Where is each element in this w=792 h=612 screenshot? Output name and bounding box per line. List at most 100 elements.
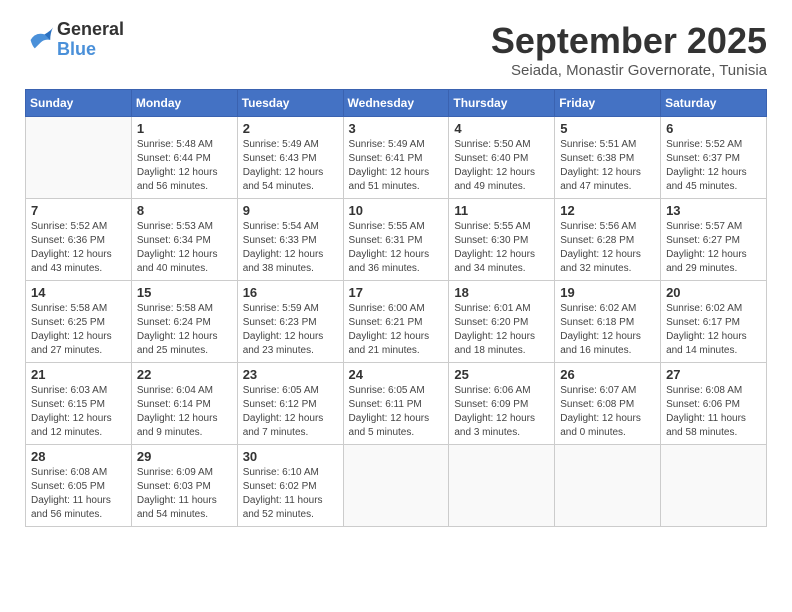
weekday-header-saturday: Saturday [661, 90, 767, 117]
day-info: Sunrise: 6:02 AMSunset: 6:18 PMDaylight:… [560, 302, 655, 358]
day-info: Sunrise: 5:55 AMSunset: 6:30 PMDaylight:… [454, 220, 549, 276]
calendar-cell: 5 Sunrise: 5:51 AMSunset: 6:38 PMDaylight… [555, 117, 661, 199]
day-number: 8 [137, 203, 232, 218]
weekday-header-friday: Friday [555, 90, 661, 117]
day-info: Sunrise: 5:49 AMSunset: 6:41 PMDaylight:… [349, 138, 444, 194]
day-number: 30 [243, 449, 338, 464]
calendar-cell: 12 Sunrise: 5:56 AMSunset: 6:28 PMDayligh… [555, 199, 661, 281]
day-number: 23 [243, 367, 338, 382]
day-info: Sunrise: 5:56 AMSunset: 6:28 PMDaylight:… [560, 220, 655, 276]
day-info: Sunrise: 6:04 AMSunset: 6:14 PMDaylight:… [137, 384, 232, 440]
calendar-cell: 19 Sunrise: 6:02 AMSunset: 6:18 PMDayligh… [555, 281, 661, 363]
logo: General Blue [25, 20, 124, 60]
calendar-cell: 26Sunrise: 6:07 AMSunset: 6:08 PMDayligh… [555, 363, 661, 445]
day-number: 7 [31, 203, 126, 218]
calendar-week-row: 7Sunrise: 5:52 AMSunset: 6:36 PMDaylight… [26, 199, 767, 281]
day-number: 16 [243, 285, 338, 300]
calendar-cell: 17 Sunrise: 6:00 AMSunset: 6:21 PMDayligh… [343, 281, 449, 363]
calendar-cell: 13 Sunrise: 5:57 AMSunset: 6:27 PMDayligh… [661, 199, 767, 281]
day-number: 18 [454, 285, 549, 300]
calendar-cell: 22 Sunrise: 6:04 AMSunset: 6:14 PMDayligh… [131, 363, 237, 445]
calendar-week-row: 28 Sunrise: 6:08 AMSunset: 6:05 PMDayligh… [26, 445, 767, 527]
day-number: 21 [31, 367, 126, 382]
day-info: Sunrise: 6:09 AMSunset: 6:03 PMDaylight:… [137, 466, 232, 522]
day-info: Sunrise: 5:55 AMSunset: 6:31 PMDaylight:… [349, 220, 444, 276]
calendar-cell: 15Sunrise: 5:58 AMSunset: 6:24 PMDayligh… [131, 281, 237, 363]
calendar-cell: 11 Sunrise: 5:55 AMSunset: 6:30 PMDayligh… [449, 199, 555, 281]
day-number: 17 [349, 285, 444, 300]
day-info: Sunrise: 6:08 AMSunset: 6:05 PMDaylight:… [31, 466, 126, 522]
calendar-cell: 24 Sunrise: 6:05 AMSunset: 6:11 PMDayligh… [343, 363, 449, 445]
calendar-cell: 18 Sunrise: 6:01 AMSunset: 6:20 PMDayligh… [449, 281, 555, 363]
location: Seiada, Monastir Governorate, Tunisia [491, 62, 767, 79]
day-number: 28 [31, 449, 126, 464]
logo-text: General Blue [57, 20, 124, 60]
calendar-cell [661, 445, 767, 527]
day-number: 5 [560, 121, 655, 136]
weekday-header-sunday: Sunday [26, 90, 132, 117]
month-title: September 2025 [491, 20, 767, 62]
calendar-cell: 6Sunrise: 5:52 AMSunset: 6:37 PMDaylight… [661, 117, 767, 199]
day-info: Sunrise: 5:54 AMSunset: 6:33 PMDaylight:… [243, 220, 338, 276]
day-number: 10 [349, 203, 444, 218]
day-number: 13 [666, 203, 761, 218]
day-info: Sunrise: 5:51 AMSunset: 6:38 PMDaylight:… [560, 138, 655, 194]
day-info: Sunrise: 5:53 AMSunset: 6:34 PMDaylight:… [137, 220, 232, 276]
day-number: 20 [666, 285, 761, 300]
day-info: Sunrise: 6:05 AMSunset: 6:12 PMDaylight:… [243, 384, 338, 440]
calendar-cell: 21 Sunrise: 6:03 AMSunset: 6:15 PMDayligh… [26, 363, 132, 445]
calendar-cell: 28 Sunrise: 6:08 AMSunset: 6:05 PMDayligh… [26, 445, 132, 527]
day-info: Sunrise: 6:10 AMSunset: 6:02 PMDaylight:… [243, 466, 338, 522]
day-info: Sunrise: 6:07 AMSunset: 6:08 PMDaylight:… [560, 384, 655, 440]
page-header: General Blue September 2025 Seiada, Mona… [25, 20, 767, 79]
day-info: Sunrise: 6:00 AMSunset: 6:21 PMDaylight:… [349, 302, 444, 358]
day-number: 19 [560, 285, 655, 300]
calendar-cell: 27 Sunrise: 6:08 AMSunset: 6:06 PMDayligh… [661, 363, 767, 445]
calendar-week-row: 14 Sunrise: 5:58 AMSunset: 6:25 PMDayligh… [26, 281, 767, 363]
calendar-cell: 20 Sunrise: 6:02 AMSunset: 6:17 PMDayligh… [661, 281, 767, 363]
calendar-cell: 4 Sunrise: 5:50 AMSunset: 6:40 PMDaylight… [449, 117, 555, 199]
day-number: 24 [349, 367, 444, 382]
day-info: Sunrise: 5:57 AMSunset: 6:27 PMDaylight:… [666, 220, 761, 276]
day-number: 1 [137, 121, 232, 136]
day-info: Sunrise: 6:08 AMSunset: 6:06 PMDaylight:… [666, 384, 761, 440]
calendar-cell: 3Sunrise: 5:49 AMSunset: 6:41 PMDaylight… [343, 117, 449, 199]
weekday-header-tuesday: Tuesday [237, 90, 343, 117]
weekday-header-row: SundayMondayTuesdayWednesdayThursdayFrid… [26, 90, 767, 117]
day-number: 15 [137, 285, 232, 300]
day-number: 11 [454, 203, 549, 218]
calendar-cell: 30 Sunrise: 6:10 AMSunset: 6:02 PMDayligh… [237, 445, 343, 527]
calendar-table: SundayMondayTuesdayWednesdayThursdayFrid… [25, 89, 767, 527]
calendar-cell: 16Sunrise: 5:59 AMSunset: 6:23 PMDayligh… [237, 281, 343, 363]
calendar-cell [26, 117, 132, 199]
day-info: Sunrise: 6:01 AMSunset: 6:20 PMDaylight:… [454, 302, 549, 358]
day-info: Sunrise: 5:58 AMSunset: 6:25 PMDaylight:… [31, 302, 126, 358]
day-info: Sunrise: 6:05 AMSunset: 6:11 PMDaylight:… [349, 384, 444, 440]
calendar-cell: 10 Sunrise: 5:55 AMSunset: 6:31 PMDayligh… [343, 199, 449, 281]
calendar-cell: 2Sunrise: 5:49 AMSunset: 6:43 PMDaylight… [237, 117, 343, 199]
day-number: 6 [666, 121, 761, 136]
day-number: 14 [31, 285, 126, 300]
day-number: 4 [454, 121, 549, 136]
calendar-cell: 25 Sunrise: 6:06 AMSunset: 6:09 PMDayligh… [449, 363, 555, 445]
day-info: Sunrise: 5:50 AMSunset: 6:40 PMDaylight:… [454, 138, 549, 194]
day-number: 27 [666, 367, 761, 382]
day-number: 29 [137, 449, 232, 464]
calendar-cell: 7Sunrise: 5:52 AMSunset: 6:36 PMDaylight… [26, 199, 132, 281]
day-number: 12 [560, 203, 655, 218]
day-info: Sunrise: 6:06 AMSunset: 6:09 PMDaylight:… [454, 384, 549, 440]
day-info: Sunrise: 5:49 AMSunset: 6:43 PMDaylight:… [243, 138, 338, 194]
calendar-cell [343, 445, 449, 527]
day-number: 9 [243, 203, 338, 218]
logo-icon [25, 26, 53, 54]
day-number: 22 [137, 367, 232, 382]
day-info: Sunrise: 6:03 AMSunset: 6:15 PMDaylight:… [31, 384, 126, 440]
calendar-cell: 29 Sunrise: 6:09 AMSunset: 6:03 PMDayligh… [131, 445, 237, 527]
day-info: Sunrise: 6:02 AMSunset: 6:17 PMDaylight:… [666, 302, 761, 358]
day-number: 25 [454, 367, 549, 382]
calendar-cell: 14 Sunrise: 5:58 AMSunset: 6:25 PMDayligh… [26, 281, 132, 363]
weekday-header-thursday: Thursday [449, 90, 555, 117]
calendar-cell [555, 445, 661, 527]
day-info: Sunrise: 5:48 AMSunset: 6:44 PMDaylight:… [137, 138, 232, 194]
title-block: September 2025 Seiada, Monastir Governor… [491, 20, 767, 79]
